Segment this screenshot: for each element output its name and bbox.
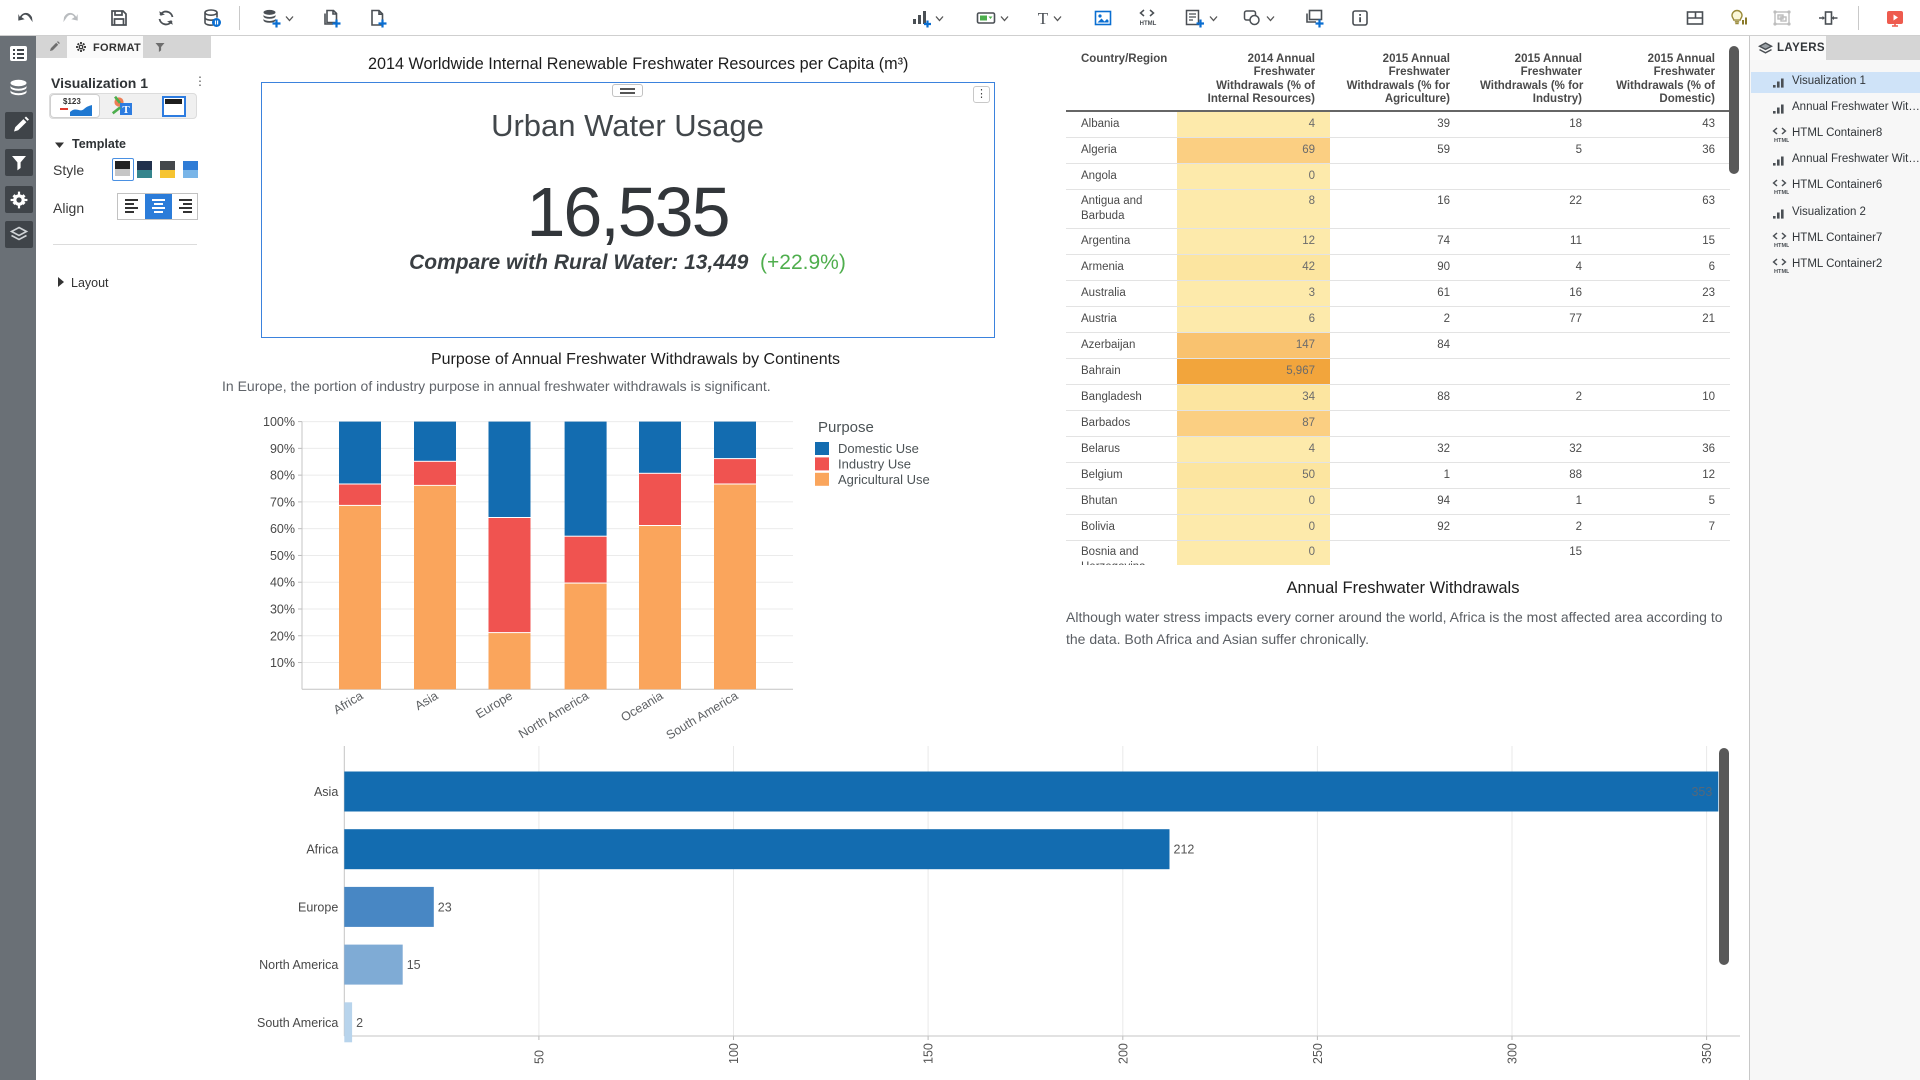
svg-text:100: 100 [727, 1043, 741, 1064]
svg-text:Purpose: Purpose [818, 419, 874, 436]
svg-text:90%: 90% [270, 442, 295, 456]
svg-text:2: 2 [356, 1016, 363, 1030]
svg-text:70%: 70% [270, 495, 295, 509]
svg-text:Africa: Africa [331, 689, 366, 717]
svg-text:HTML: HTML [1774, 269, 1789, 274]
svg-text:23: 23 [438, 900, 452, 914]
svg-text:150: 150 [922, 1043, 936, 1064]
svg-text:Industry Use: Industry Use [838, 456, 911, 471]
svg-text:Europe: Europe [473, 689, 515, 722]
svg-text:T: T [1038, 9, 1049, 28]
svg-text:HTML: HTML [1774, 138, 1789, 143]
svg-text:100%: 100% [263, 415, 295, 429]
svg-text:South America: South America [664, 689, 741, 743]
svg-text:200: 200 [1116, 1043, 1130, 1064]
svg-text:50: 50 [532, 1050, 546, 1064]
svg-text:HTML: HTML [1774, 243, 1789, 248]
svg-text:80%: 80% [270, 469, 295, 483]
svg-text:Europe: Europe [298, 900, 338, 914]
svg-text:North America: North America [259, 958, 338, 972]
svg-text:350: 350 [1700, 1043, 1714, 1064]
svg-text:Africa: Africa [306, 843, 338, 857]
svg-text:HTML: HTML [1140, 21, 1157, 27]
svg-text:North America: North America [516, 689, 591, 742]
svg-text:Agricultural Use: Agricultural Use [838, 472, 930, 487]
svg-text:South America: South America [257, 1016, 338, 1030]
svg-text:250: 250 [1311, 1043, 1325, 1064]
svg-text:HTML: HTML [1774, 190, 1789, 195]
svg-text:30%: 30% [270, 602, 295, 616]
svg-text:T: T [122, 104, 130, 116]
svg-text:212: 212 [1174, 843, 1195, 857]
svg-text:15: 15 [407, 958, 421, 972]
svg-text:300: 300 [1506, 1043, 1520, 1064]
svg-text:Asia: Asia [412, 689, 440, 714]
svg-text:40%: 40% [270, 576, 295, 590]
svg-text:50%: 50% [270, 549, 295, 563]
svg-text:353: 353 [1691, 785, 1712, 799]
svg-text:Domestic Use: Domestic Use [838, 441, 919, 456]
svg-text:20%: 20% [270, 629, 295, 643]
svg-text:10%: 10% [270, 656, 295, 670]
svg-text:60%: 60% [270, 522, 295, 536]
svg-text:Oceania: Oceania [618, 689, 665, 725]
svg-text:Asia: Asia [314, 785, 338, 799]
